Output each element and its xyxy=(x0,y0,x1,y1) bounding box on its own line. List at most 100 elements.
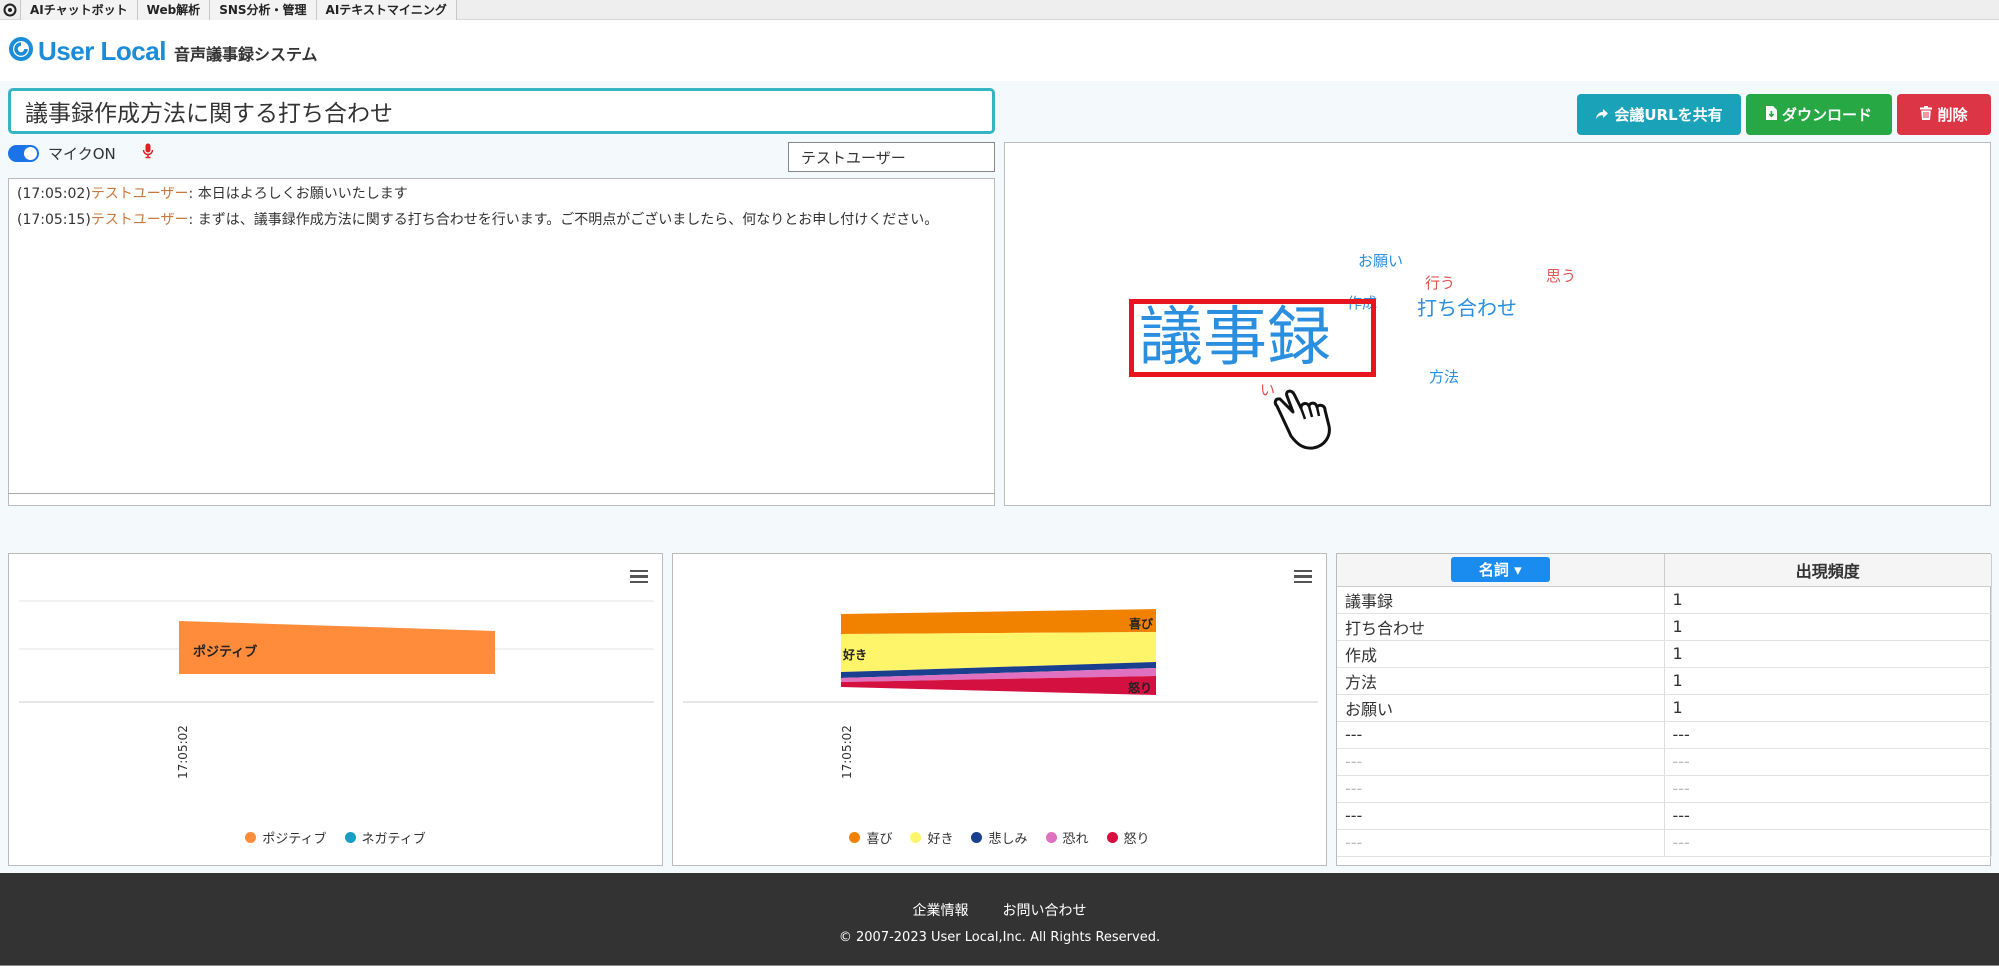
utterance-text: : まずは、議事録作成方法に関する打ち合わせを行います。ご不明点がございましたら… xyxy=(188,212,939,228)
legend-item-fear[interactable]: 恐れ xyxy=(1045,828,1089,847)
utterance-speaker[interactable]: テストユーザー xyxy=(91,212,189,228)
emotion-x-tick: 17:05:02 xyxy=(840,725,854,779)
frequency-row: 方法 1 xyxy=(1337,667,1992,695)
frequency-row: 議事録 1 xyxy=(1337,586,1992,614)
cloud-word-houhou[interactable]: 方法 xyxy=(1429,366,1459,387)
frequency-row: --- --- xyxy=(1337,829,1992,857)
share-url-button[interactable]: 会議URLを共有 xyxy=(1577,94,1741,135)
frequency-word-cell[interactable]: --- xyxy=(1337,829,1665,857)
meeting-title-input[interactable] xyxy=(8,88,995,134)
transcript-entry: (17:05:15)テストユーザー: まずは、議事録作成方法に関する打ち合わせを… xyxy=(17,209,986,232)
cloud-word-onegai[interactable]: お願い xyxy=(1358,250,1403,271)
cloud-word-omou[interactable]: 思う xyxy=(1546,265,1576,286)
download-label: ダウンロード xyxy=(1781,106,1872,124)
series-label-joy: 喜び xyxy=(1129,616,1154,631)
frequency-word-cell[interactable]: 作成 xyxy=(1337,640,1665,668)
legend-item-positive[interactable]: ポジティブ xyxy=(245,828,327,847)
legend-label: 恐れ xyxy=(1062,832,1089,847)
frequency-word-cell[interactable]: --- xyxy=(1337,775,1665,803)
sentiment-x-tick: 17:05:02 xyxy=(176,725,190,779)
series-label-like: 好き xyxy=(842,647,867,662)
legend-label: 怒り xyxy=(1123,832,1150,847)
cloud-word-uchiawase[interactable]: 打ち合わせ xyxy=(1417,292,1517,321)
utterance-speaker[interactable]: テストユーザー xyxy=(91,186,189,202)
emotion-legend: 喜び 好き 悲しみ 恐れ 怒り xyxy=(673,828,1326,847)
frequency-row: --- --- xyxy=(1337,802,1992,830)
legend-item-anger[interactable]: 怒り xyxy=(1106,828,1150,847)
legend-dot-like xyxy=(910,832,922,843)
frequency-word-cell[interactable]: お願い xyxy=(1337,694,1665,722)
transcript-entry: (17:05:02)テストユーザー: 本日はよろしくお願いいたします xyxy=(17,183,986,206)
frequency-count-cell: --- xyxy=(1664,829,1992,857)
service-link-text-mining[interactable]: AIテキストマイニング xyxy=(315,0,457,20)
service-link-chatbot[interactable]: AIチャットボット xyxy=(20,0,138,20)
word-cloud: お願い 行う 思う 作成 打ち合わせ 議事録 方法 い xyxy=(1004,142,1991,506)
series-label-anger: 怒り xyxy=(1128,680,1152,695)
frequency-count-cell: 1 xyxy=(1664,586,1992,614)
microphone-icon[interactable] xyxy=(142,143,154,163)
frequency-word-cell[interactable]: 議事録 xyxy=(1337,586,1665,614)
trash-icon xyxy=(1920,105,1933,124)
frequency-count-cell: --- xyxy=(1664,748,1992,776)
legend-dot-positive xyxy=(245,832,257,843)
legend-item-sadness[interactable]: 悲しみ xyxy=(971,828,1028,847)
frequency-count-cell: 1 xyxy=(1664,694,1992,722)
legend-dot-anger xyxy=(1106,832,1118,843)
service-link-sns[interactable]: SNS分析・管理 xyxy=(209,0,317,20)
frequency-table-body: 議事録 1 打ち合わせ 1 作成 1 方法 1 お願い 1 --- --- --- --- --- --- --… xyxy=(1337,586,1992,857)
service-topbar: AIチャットボット Web解析 SNS分析・管理 AIテキストマイニング xyxy=(0,0,1999,20)
pos-dropdown-label: 名詞 xyxy=(1478,561,1509,580)
frequency-column-header: 出現頻度 xyxy=(1664,554,1992,587)
cloud-word-okonau[interactable]: 行う xyxy=(1425,272,1455,293)
speaker-select[interactable]: テストユーザー xyxy=(788,142,995,172)
frequency-row: --- --- xyxy=(1337,748,1992,776)
utterance-time: (17:05:15) xyxy=(17,212,91,228)
frequency-table: 名詞 ▾ 出現頻度 議事録 1 打ち合わせ 1 作成 1 方法 1 お願い 1 --- --- --- -… xyxy=(1337,554,1992,857)
site-header: User Local 音声議事録システム xyxy=(0,21,1999,81)
legend-dot-negative xyxy=(344,832,356,843)
frequency-count-cell: --- xyxy=(1664,775,1992,803)
cloud-word-gijiroku[interactable]: 議事録 xyxy=(1139,303,1331,373)
frequency-row: --- --- xyxy=(1337,775,1992,803)
legend-label: ポジティブ xyxy=(262,832,327,847)
system-name: 音声議事録システム xyxy=(173,45,318,64)
legend-label: 好き xyxy=(927,832,954,847)
emotion-chart-panel: 喜び 好き 怒り 17:05:02 喜び 好き 悲しみ 恐れ 怒り xyxy=(672,553,1327,866)
brand-name[interactable]: User Local xyxy=(38,36,166,67)
copyright-text: © 2007-2023 User Local,Inc. All Rights R… xyxy=(838,930,1161,945)
share-url-label: 会議URLを共有 xyxy=(1614,106,1723,124)
frequency-word-cell[interactable]: --- xyxy=(1337,802,1665,830)
mic-label: マイクON xyxy=(48,144,116,163)
mic-controls: マイクON xyxy=(8,141,154,165)
download-button[interactable]: ダウンロード xyxy=(1746,94,1892,135)
legend-label: 喜び xyxy=(866,832,893,847)
legend-item-joy[interactable]: 喜び xyxy=(849,828,892,847)
userlocal-logo-icon[interactable] xyxy=(8,36,34,66)
page-bottom-edge xyxy=(0,965,1999,979)
delete-button[interactable]: 削除 xyxy=(1897,94,1991,135)
footer-link-contact[interactable]: お問い合わせ xyxy=(1003,900,1087,920)
frequency-word-cell[interactable]: --- xyxy=(1337,721,1665,749)
userlocal-mini-logo-icon[interactable] xyxy=(0,0,20,20)
transcript-divider xyxy=(8,493,995,494)
legend-item-like[interactable]: 好き xyxy=(910,828,953,847)
mic-toggle[interactable] xyxy=(8,144,39,162)
legend-label: ネガティブ xyxy=(361,832,426,847)
site-footer: 企業情報 お問い合わせ © 2007-2023 User Local,Inc. … xyxy=(0,873,1999,965)
legend-dot-joy xyxy=(849,832,861,843)
frequency-count-cell: 1 xyxy=(1664,640,1992,668)
frequency-count-cell: 1 xyxy=(1664,667,1992,695)
word-frequency-panel: 名詞 ▾ 出現頻度 議事録 1 打ち合わせ 1 作成 1 方法 1 お願い 1 --- --- --- -… xyxy=(1336,553,1992,866)
frequency-word-cell[interactable]: 打ち合わせ xyxy=(1337,613,1665,641)
caret-down-icon: ▾ xyxy=(1514,561,1522,580)
sentiment-legend: ポジティブ ネガティブ xyxy=(9,828,662,847)
footer-link-company[interactable]: 企業情報 xyxy=(913,900,969,920)
service-link-web-analytics[interactable]: Web解析 xyxy=(136,0,211,20)
legend-item-negative[interactable]: ネガティブ xyxy=(344,828,426,847)
frequency-word-cell[interactable]: 方法 xyxy=(1337,667,1665,695)
sentiment-chart: ポジティブ xyxy=(19,600,654,703)
frequency-word-cell[interactable]: --- xyxy=(1337,748,1665,776)
emotion-chart: 喜び好き怒り xyxy=(683,609,1318,703)
share-icon xyxy=(1595,106,1609,124)
pos-dropdown-button[interactable]: 名詞 ▾ xyxy=(1450,557,1550,583)
